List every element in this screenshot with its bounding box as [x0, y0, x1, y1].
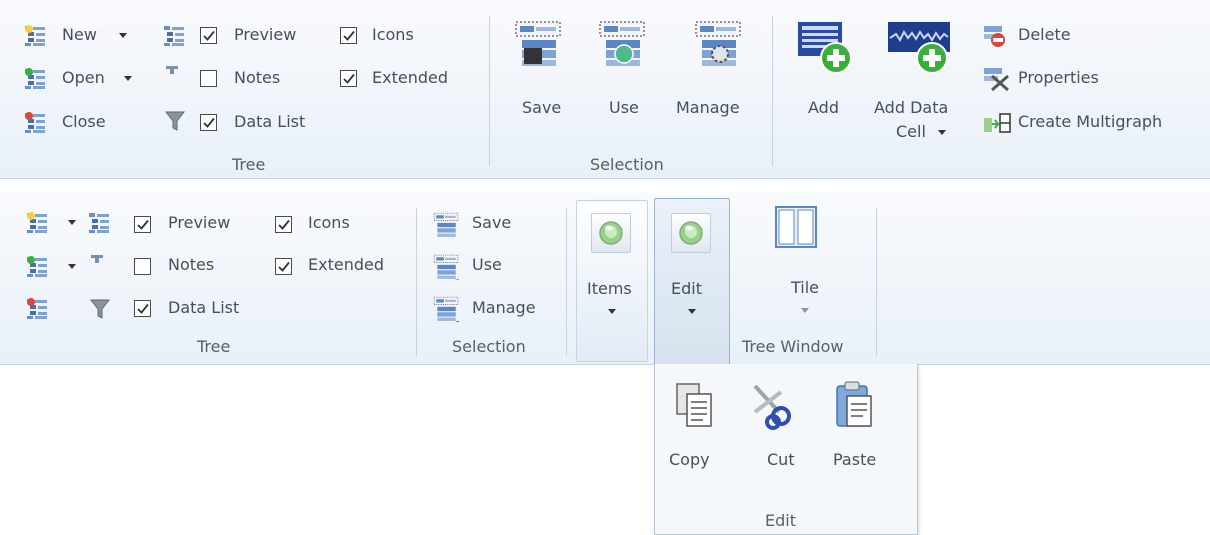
- extended-label: Extended: [372, 68, 448, 87]
- data-list-checkbox[interactable]: [200, 114, 217, 131]
- paste-icon[interactable]: [835, 380, 875, 430]
- properties-icon[interactable]: [982, 66, 1012, 92]
- items-led-icon: [596, 218, 626, 248]
- notes-label: Notes: [234, 68, 281, 87]
- open-tree-icon[interactable]: [24, 68, 46, 90]
- create-multigraph-icon[interactable]: [982, 110, 1012, 136]
- data-list-label: Data List: [234, 112, 306, 131]
- new-tree-icon[interactable]: [26, 212, 48, 234]
- cut-icon[interactable]: [751, 382, 795, 430]
- save-selection-icon[interactable]: [433, 212, 459, 238]
- delete-icon[interactable]: [982, 24, 1012, 50]
- use-selection-button[interactable]: Use: [609, 98, 639, 117]
- preview-label: Preview: [234, 25, 297, 44]
- items-dropdown-arrow[interactable]: [608, 309, 616, 314]
- use-selection-icon[interactable]: [598, 20, 646, 68]
- icons-checkbox[interactable]: [275, 216, 292, 233]
- use-selection-button[interactable]: Use: [472, 255, 502, 274]
- edit-dropdown-arrow[interactable]: [688, 309, 696, 314]
- preview-checkbox[interactable]: [134, 216, 151, 233]
- notes-label: Notes: [168, 255, 215, 274]
- manage-selection-icon[interactable]: [694, 20, 742, 68]
- edit-button[interactable]: Edit: [654, 198, 730, 366]
- notes-checkbox[interactable]: [200, 70, 217, 87]
- manage-selection-button[interactable]: Manage: [472, 298, 536, 317]
- group-separator: [566, 208, 567, 356]
- preview-label: Preview: [168, 213, 231, 232]
- group-separator: [489, 16, 490, 166]
- tree-group-label: Tree: [197, 337, 231, 356]
- save-selection-button[interactable]: Save: [472, 213, 511, 232]
- edit-dropdown-panel: Copy Cut Paste Edit: [654, 364, 918, 535]
- items-led-frame: [591, 213, 631, 253]
- icons-checkbox[interactable]: [340, 27, 357, 44]
- open-dropdown-arrow[interactable]: [68, 264, 76, 269]
- create-multigraph-button[interactable]: Create Multigraph: [1018, 112, 1162, 131]
- group-separator: [876, 208, 877, 356]
- filter-icon[interactable]: [165, 110, 185, 132]
- copy-icon[interactable]: [675, 382, 715, 430]
- items-label: Items: [587, 279, 632, 298]
- expand-tree-icon[interactable]: [88, 212, 110, 234]
- data-list-checkbox[interactable]: [134, 300, 151, 317]
- cut-button[interactable]: Cut: [767, 450, 795, 469]
- extended-label: Extended: [308, 255, 384, 274]
- extended-checkbox[interactable]: [275, 258, 292, 275]
- add-data-cell-button-line2[interactable]: Cell: [896, 122, 926, 141]
- new-dropdown-arrow[interactable]: [119, 33, 127, 38]
- open-tree-icon[interactable]: [26, 256, 48, 278]
- extended-checkbox[interactable]: [340, 70, 357, 87]
- save-selection-icon[interactable]: [514, 20, 562, 68]
- edit-label: Edit: [671, 279, 702, 298]
- close-tree-icon[interactable]: [24, 112, 46, 134]
- tile-icon[interactable]: [775, 206, 817, 248]
- edit-led-frame: [671, 213, 711, 253]
- new-button[interactable]: New: [62, 25, 97, 44]
- group-separator: [416, 208, 417, 356]
- notes-checkbox[interactable]: [134, 258, 151, 275]
- edit-led-icon: [676, 218, 706, 248]
- manage-selection-icon[interactable]: [433, 296, 459, 322]
- manage-selection-button[interactable]: Manage: [676, 98, 740, 117]
- new-dropdown-arrow[interactable]: [68, 220, 76, 225]
- delete-button[interactable]: Delete: [1018, 25, 1071, 44]
- group-separator: [772, 16, 773, 166]
- selection-group-label: Selection: [452, 337, 526, 356]
- small-filter-icon[interactable]: [165, 65, 179, 75]
- tree-window-group-label: Tree Window: [742, 337, 844, 356]
- preview-checkbox[interactable]: [200, 27, 217, 44]
- save-selection-button[interactable]: Save: [522, 98, 561, 117]
- tile-dropdown-arrow[interactable]: [801, 308, 809, 313]
- paste-button[interactable]: Paste: [833, 450, 876, 469]
- close-tree-icon[interactable]: [26, 298, 48, 320]
- open-dropdown-arrow[interactable]: [124, 76, 132, 81]
- tile-button[interactable]: Tile: [791, 278, 819, 297]
- small-filter-icon[interactable]: [90, 254, 104, 264]
- add-data-cell-icon[interactable]: [886, 20, 956, 76]
- edit-group-label: Edit: [765, 511, 796, 530]
- items-button[interactable]: Items: [576, 200, 648, 362]
- expand-tree-icon[interactable]: [163, 25, 185, 47]
- new-tree-icon[interactable]: [24, 25, 46, 47]
- use-selection-icon[interactable]: [433, 254, 459, 280]
- filter-icon[interactable]: [90, 298, 110, 320]
- data-list-label: Data List: [168, 298, 240, 317]
- add-data-cell-dropdown-arrow[interactable]: [938, 130, 946, 135]
- ribbon-compact: Preview Notes Data List Icons Extended T…: [0, 192, 1210, 366]
- selection-group-label: Selection: [590, 155, 664, 174]
- ribbon-expanded: New Open Close Preview Notes Data List I…: [0, 0, 1210, 179]
- add-data-cell-button[interactable]: Add Data: [874, 98, 948, 117]
- close-button[interactable]: Close: [62, 112, 106, 131]
- properties-button[interactable]: Properties: [1018, 68, 1099, 87]
- add-button[interactable]: Add: [808, 98, 839, 117]
- add-data-icon[interactable]: [796, 20, 856, 76]
- tree-group-label: Tree: [232, 155, 266, 174]
- copy-button[interactable]: Copy: [669, 450, 710, 469]
- icons-label: Icons: [372, 25, 414, 44]
- open-button[interactable]: Open: [62, 68, 105, 87]
- icons-label: Icons: [308, 213, 350, 232]
